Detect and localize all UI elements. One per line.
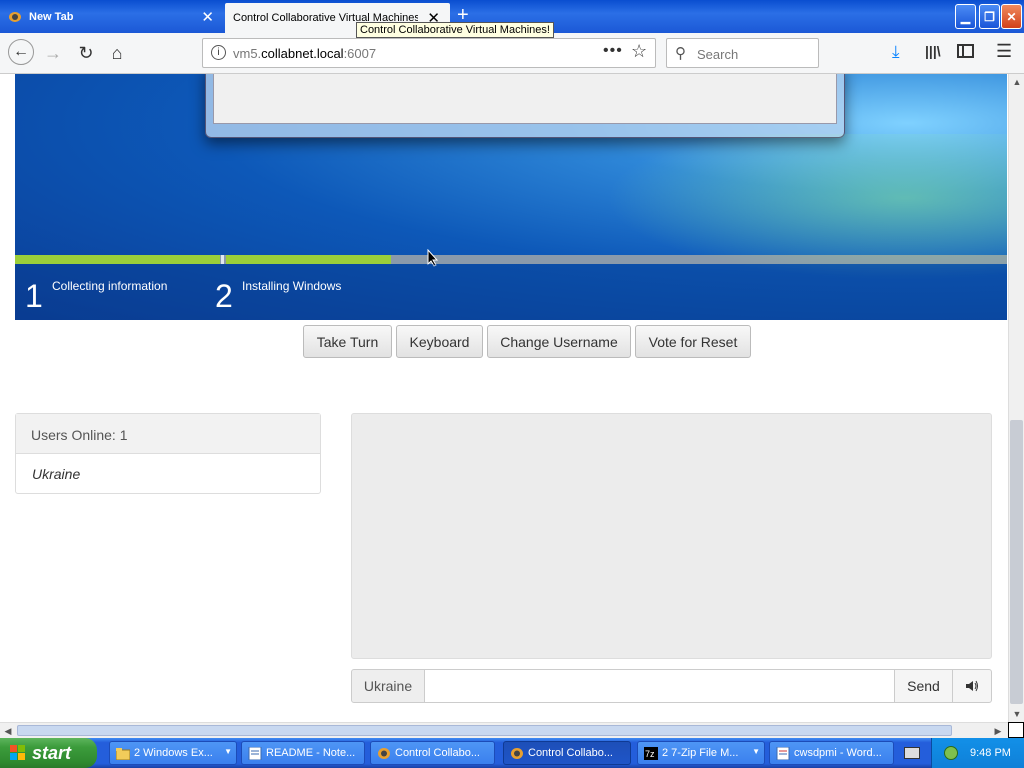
vote-reset-button[interactable]: Vote for Reset bbox=[635, 325, 751, 358]
chat-form: Ukraine Send bbox=[351, 669, 992, 703]
vm-screen[interactable]: 1 Collecting information 2 Installing Wi… bbox=[15, 74, 1007, 320]
chat-username-label: Ukraine bbox=[351, 669, 425, 703]
taskbar-item-readme-notepad[interactable]: README - Note... bbox=[241, 741, 365, 765]
forward-arrow-icon[interactable]: → bbox=[42, 42, 64, 64]
search-icon: ⚲ bbox=[675, 45, 686, 62]
chat-message-input[interactable] bbox=[424, 669, 895, 703]
scroll-right-arrow-icon[interactable]: ▶ bbox=[990, 723, 1006, 739]
chevron-down-icon: ▼ bbox=[752, 747, 760, 756]
firefox-icon bbox=[8, 11, 22, 23]
start-button[interactable]: start bbox=[0, 738, 97, 768]
svg-text:7z: 7z bbox=[645, 749, 655, 759]
vm-dialog-body bbox=[213, 74, 837, 124]
ellipsis-icon[interactable]: ••• bbox=[603, 42, 623, 60]
close-tab-icon[interactable]: ✕ bbox=[201, 8, 214, 26]
vertical-scroll-thumb[interactable] bbox=[1010, 420, 1023, 704]
start-label: start bbox=[32, 742, 72, 763]
search-placeholder: Search bbox=[697, 47, 739, 62]
tab-new-tab[interactable]: New Tab ✕ bbox=[0, 3, 224, 31]
taskbar-item-control-collabo-1[interactable]: Control Collabo... bbox=[370, 741, 495, 765]
step-label: Installing Windows bbox=[242, 279, 342, 293]
step-number: 1 bbox=[25, 278, 43, 314]
task-label: 2 Windows Ex... bbox=[134, 747, 213, 759]
reload-icon[interactable]: ↻ bbox=[75, 42, 97, 64]
taskbar-item-control-collabo-2[interactable]: Control Collabo... bbox=[503, 741, 631, 765]
users-online-panel: Users Online: 1 Ukraine bbox=[15, 413, 321, 494]
sidebar-icon[interactable] bbox=[957, 44, 974, 58]
star-icon[interactable]: ☆ bbox=[631, 41, 647, 62]
speaker-icon[interactable] bbox=[952, 669, 992, 703]
tab-label: New Tab bbox=[29, 11, 74, 23]
progress-step2-fill bbox=[226, 255, 391, 264]
scrollbar-corner bbox=[1008, 722, 1024, 738]
home-icon[interactable]: ⌂ bbox=[106, 42, 128, 64]
close-window-button[interactable]: ✕ bbox=[1001, 4, 1022, 29]
folder-icon bbox=[115, 747, 131, 761]
keyboard-layout-icon[interactable] bbox=[904, 747, 920, 759]
take-turn-button[interactable]: Take Turn bbox=[303, 325, 392, 358]
7zip-icon: 7z bbox=[644, 747, 658, 760]
wordpad-icon bbox=[776, 746, 790, 761]
notepad-icon bbox=[248, 746, 262, 761]
taskbar-item-wordpad[interactable]: cwsdpmi - Word... bbox=[769, 741, 894, 765]
scroll-up-arrow-icon[interactable]: ▲ bbox=[1009, 74, 1024, 90]
change-username-button[interactable]: Change Username bbox=[487, 325, 631, 358]
task-label: README - Note... bbox=[266, 747, 356, 759]
clock[interactable]: 9:48 PM bbox=[970, 747, 1011, 759]
scroll-left-arrow-icon[interactable]: ◀ bbox=[0, 723, 16, 739]
library-icon[interactable]: |||\ bbox=[925, 43, 941, 59]
scroll-down-arrow-icon[interactable]: ▼ bbox=[1009, 706, 1024, 722]
step-label: Collecting information bbox=[52, 279, 168, 293]
chat-messages-box[interactable] bbox=[351, 413, 992, 659]
chevron-down-icon: ▼ bbox=[224, 747, 232, 756]
vertical-scrollbar[interactable]: ▲ ▼ bbox=[1008, 74, 1024, 722]
search-input[interactable]: ⚲ Search bbox=[666, 38, 819, 68]
windows-taskbar: start 2 Windows Ex... ▼ README - Note...… bbox=[0, 738, 1024, 768]
taskbar-item-windows-explorer[interactable]: 2 Windows Ex... ▼ bbox=[109, 741, 237, 765]
progress-separator bbox=[221, 255, 224, 264]
keyboard-button[interactable]: Keyboard bbox=[396, 325, 483, 358]
url-text[interactable]: vm5.collabnet.local:6007 bbox=[233, 46, 376, 61]
firefox-icon bbox=[377, 747, 391, 760]
info-icon[interactable]: i bbox=[211, 45, 226, 60]
send-button[interactable]: Send bbox=[894, 669, 953, 703]
system-tray: 9:48 PM bbox=[931, 738, 1024, 768]
tab-tooltip: Control Collaborative Virtual Machines! bbox=[356, 22, 554, 38]
taskbar-item-7zip[interactable]: 7z 2 7-Zip File M... ▼ bbox=[637, 741, 765, 765]
vm-dialog-window bbox=[205, 74, 845, 138]
task-label: Control Collabo... bbox=[528, 747, 613, 759]
download-icon[interactable]: ⤓ bbox=[892, 42, 900, 62]
task-label: Control Collabo... bbox=[395, 747, 480, 759]
maximize-window-button[interactable]: ❐ bbox=[979, 4, 1000, 29]
task-label: cwsdpmi - Word... bbox=[794, 747, 882, 759]
user-list-item: Ukraine bbox=[32, 466, 81, 482]
url-bar[interactable]: i vm5.collabnet.local:6007 ••• ☆ bbox=[202, 38, 656, 68]
users-online-header: Users Online: 1 bbox=[16, 414, 320, 454]
browser-nav-bar: ← → ↻ ⌂ i vm5.collabnet.local:6007 ••• ☆… bbox=[0, 33, 1024, 74]
firefox-icon bbox=[510, 747, 524, 760]
back-arrow-icon[interactable]: ← bbox=[8, 39, 34, 65]
page-viewport: 1 Collecting information 2 Installing Wi… bbox=[0, 74, 1008, 722]
step-number: 2 bbox=[215, 278, 233, 314]
network-icon[interactable] bbox=[944, 746, 958, 760]
windows-logo-icon bbox=[10, 745, 27, 761]
horizontal-scroll-thumb[interactable] bbox=[17, 725, 952, 736]
task-label: 2 7-Zip File M... bbox=[662, 747, 739, 759]
minimize-window-button[interactable]: ▁ bbox=[955, 4, 976, 29]
horizontal-scrollbar[interactable]: ◀ ▶ bbox=[0, 722, 1008, 738]
progress-step1-fill bbox=[15, 255, 220, 264]
hamburger-menu-icon[interactable]: ☰ bbox=[996, 41, 1012, 62]
